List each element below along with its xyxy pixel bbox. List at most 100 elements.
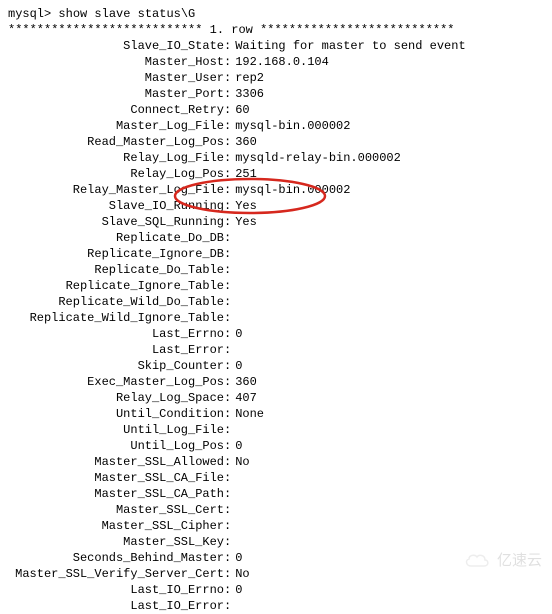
status-row: Until_Log_Pos: 0 (8, 438, 544, 454)
separator: : (224, 246, 235, 262)
status-label: Connect_Retry (8, 102, 224, 118)
status-value: 0 (235, 582, 242, 598)
status-value: mysql-bin.000002 (235, 118, 350, 134)
status-row: Replicate_Ignore_DB: (8, 246, 544, 262)
status-row: Slave_IO_State: Waiting for master to se… (8, 38, 544, 54)
status-row: Master_User: rep2 (8, 70, 544, 86)
status-row: Relay_Log_Space: 407 (8, 390, 544, 406)
separator: : (224, 150, 235, 166)
status-label: Master_Log_File (8, 118, 224, 134)
status-value: mysql-bin.000002 (235, 182, 350, 198)
status-row: Last_Error: (8, 342, 544, 358)
separator: : (224, 406, 235, 422)
status-row: Master_Log_File: mysql-bin.000002 (8, 118, 544, 134)
status-row: Master_Port: 3306 (8, 86, 544, 102)
watermark: 亿速云 (463, 552, 542, 570)
separator: : (224, 598, 235, 614)
status-value: No (235, 566, 249, 582)
separator: : (224, 166, 235, 182)
status-value: 192.168.0.104 (235, 54, 329, 70)
status-value: 360 (235, 134, 257, 150)
status-row: Until_Condition: None (8, 406, 544, 422)
status-label: Master_SSL_CA_Path (8, 486, 224, 502)
separator: : (224, 534, 235, 550)
status-label: Last_Errno (8, 326, 224, 342)
status-label: Relay_Log_Space (8, 390, 224, 406)
row-header-mid: 1. row (210, 22, 253, 38)
separator: : (224, 102, 235, 118)
separator: : (224, 278, 235, 294)
status-row: Last_IO_Error: (8, 598, 544, 614)
status-row: Exec_Master_Log_Pos: 360 (8, 374, 544, 390)
separator: : (224, 502, 235, 518)
status-label: Slave_IO_Running (8, 198, 224, 214)
status-value: 60 (235, 102, 249, 118)
status-label: Until_Condition (8, 406, 224, 422)
separator: : (224, 70, 235, 86)
separator: : (224, 310, 235, 326)
separator: : (224, 326, 235, 342)
status-row: Slave_IO_Running: Yes (8, 198, 544, 214)
separator: : (224, 454, 235, 470)
separator: : (224, 134, 235, 150)
status-row: Master_SSL_Cipher: (8, 518, 544, 534)
status-label: Until_Log_File (8, 422, 224, 438)
status-row: Replicate_Do_Table: (8, 262, 544, 278)
status-row: Relay_Log_Pos: 251 (8, 166, 544, 182)
status-label: Master_Port (8, 86, 224, 102)
status-label: Last_IO_Errno (8, 582, 224, 598)
separator: : (224, 582, 235, 598)
status-row: Until_Log_File: (8, 422, 544, 438)
row-header-right: *************************** (260, 22, 454, 38)
status-row: Connect_Retry: 60 (8, 102, 544, 118)
status-label: Replicate_Do_DB (8, 230, 224, 246)
status-value: mysqld-relay-bin.000002 (235, 150, 401, 166)
separator: : (224, 470, 235, 486)
status-value: rep2 (235, 70, 264, 86)
separator: : (224, 390, 235, 406)
row-header-left: *************************** (8, 22, 202, 38)
status-row: Replicate_Ignore_Table: (8, 278, 544, 294)
separator: : (224, 342, 235, 358)
status-label: Master_User (8, 70, 224, 86)
status-label: Last_Error (8, 342, 224, 358)
status-label: Until_Log_Pos (8, 438, 224, 454)
status-label: Slave_SQL_Running (8, 214, 224, 230)
status-row: Skip_Counter: 0 (8, 358, 544, 374)
cloud-icon (463, 552, 491, 570)
separator: : (224, 486, 235, 502)
status-label: Last_IO_Error (8, 598, 224, 614)
status-value: 0 (235, 550, 242, 566)
status-label: Replicate_Ignore_DB (8, 246, 224, 262)
status-label: Master_SSL_Cipher (8, 518, 224, 534)
status-value: 360 (235, 374, 257, 390)
row-header: *************************** 1. row *****… (8, 22, 544, 38)
status-label: Replicate_Wild_Ignore_Table (8, 310, 224, 326)
status-label: Read_Master_Log_Pos (8, 134, 224, 150)
status-label: Exec_Master_Log_Pos (8, 374, 224, 390)
status-value: 3306 (235, 86, 264, 102)
status-label: Relay_Log_File (8, 150, 224, 166)
status-row: Replicate_Wild_Do_Table: (8, 294, 544, 310)
status-value: Yes (235, 198, 257, 214)
separator: : (224, 230, 235, 246)
separator: : (224, 358, 235, 374)
status-row: Last_Errno: 0 (8, 326, 544, 342)
status-label: Master_Host (8, 54, 224, 70)
separator: : (224, 118, 235, 134)
status-label: Relay_Log_Pos (8, 166, 224, 182)
status-row: Master_SSL_Cert: (8, 502, 544, 518)
status-row: Slave_SQL_Running: Yes (8, 214, 544, 230)
status-row: Master_SSL_CA_File: (8, 470, 544, 486)
status-label: Master_SSL_Allowed (8, 454, 224, 470)
separator: : (224, 86, 235, 102)
status-row: Master_SSL_CA_Path: (8, 486, 544, 502)
status-label: Replicate_Do_Table (8, 262, 224, 278)
status-label: Master_SSL_CA_File (8, 470, 224, 486)
status-value: No (235, 454, 249, 470)
status-value: 0 (235, 358, 242, 374)
command-line: mysql> show slave status\G (8, 6, 544, 22)
status-value: 407 (235, 390, 257, 406)
status-value: None (235, 406, 264, 422)
separator: : (224, 422, 235, 438)
